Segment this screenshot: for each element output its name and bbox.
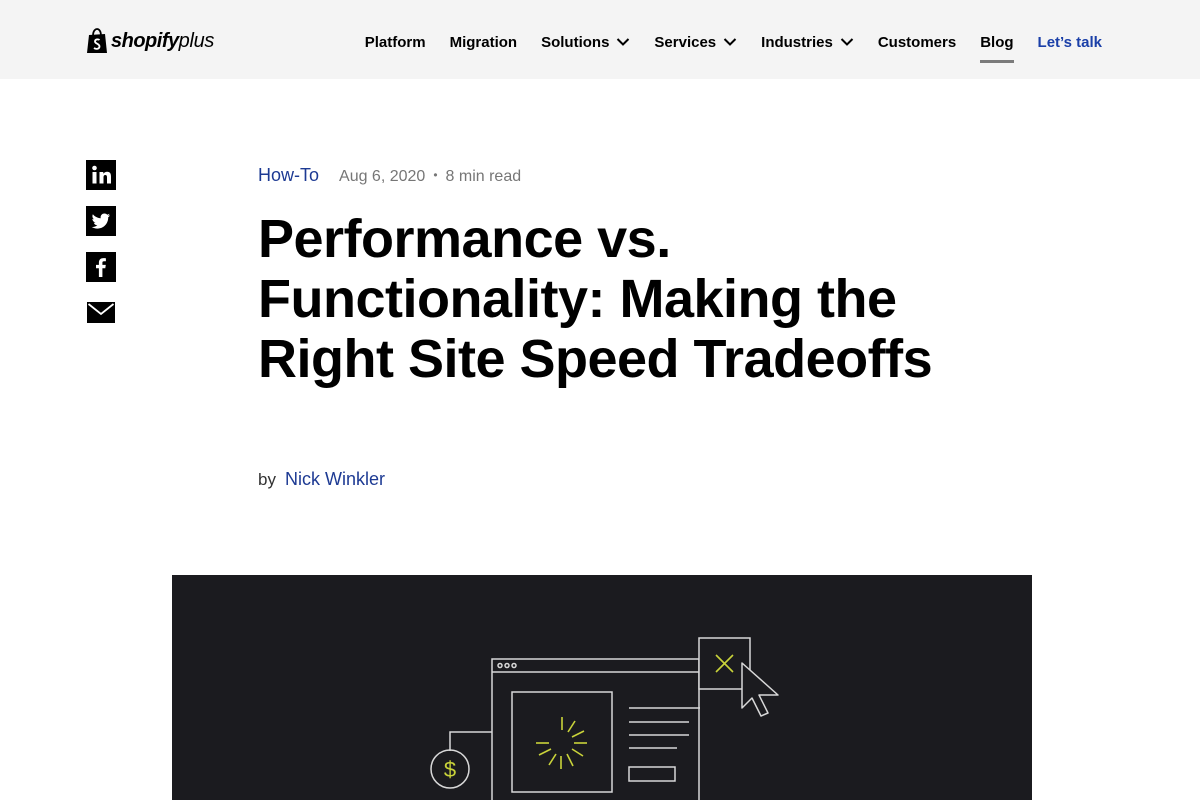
nav-customers[interactable]: Customers	[878, 34, 956, 51]
email-share-button[interactable]	[86, 298, 116, 328]
byline-label: by	[258, 470, 276, 489]
shopify-plus-logo[interactable]: shopify plus	[86, 27, 214, 55]
nav-blog-label: Blog	[980, 33, 1014, 51]
hero-illustration: $	[430, 637, 779, 800]
author-link[interactable]: Nick Winkler	[285, 469, 385, 490]
article-meta: How-To Aug 6, 2020 • 8 min read	[258, 165, 521, 186]
share-bar	[86, 160, 116, 344]
chevron-down-icon	[723, 38, 737, 46]
publish-date: Aug 6, 2020	[339, 168, 426, 185]
main-nav: Platform Migration Solutions Services In…	[341, 30, 1102, 63]
nav-solutions[interactable]: Solutions	[541, 34, 630, 51]
nav-blog[interactable]: Blog	[980, 33, 1014, 63]
logo-suffix: plus	[178, 29, 215, 52]
nav-solutions-label: Solutions	[541, 33, 610, 51]
facebook-share-button[interactable]	[86, 252, 116, 282]
loading-spinner-icon	[536, 717, 587, 769]
meta-separator: •	[433, 168, 438, 182]
lets-talk-link[interactable]: Let’s talk	[1038, 34, 1102, 51]
nav-services-label: Services	[654, 33, 717, 51]
site-header: shopify plus Platform Migration Solutions…	[0, 0, 1200, 79]
shopping-bag-icon	[87, 28, 107, 53]
nav-industries[interactable]: Industries	[761, 34, 854, 51]
facebook-icon	[86, 252, 116, 282]
dollar-coin-icon: $	[430, 749, 470, 789]
read-time: 8 min read	[445, 168, 522, 185]
chevron-down-icon	[840, 38, 854, 46]
byline: by Nick Winkler	[258, 469, 385, 490]
nav-migration-label: Migration	[449, 33, 518, 51]
nav-platform[interactable]: Platform	[365, 34, 426, 51]
category-link[interactable]: How-To	[258, 165, 319, 186]
email-icon	[87, 302, 115, 323]
cursor-arrow-icon	[741, 662, 779, 717]
nav-customers-label: Customers	[877, 33, 957, 51]
nav-platform-label: Platform	[364, 33, 426, 51]
linkedin-share-button[interactable]	[86, 160, 116, 190]
linkedin-icon	[86, 160, 116, 190]
chevron-down-icon	[617, 38, 630, 46]
svg-text:$: $	[444, 757, 456, 782]
hero-image: $	[172, 575, 1032, 800]
browser-window-icon	[449, 658, 700, 800]
twitter-share-button[interactable]	[86, 206, 116, 236]
nav-services[interactable]: Services	[654, 34, 737, 51]
logo-wordmark: shopify	[111, 29, 179, 52]
article-title: Performance vs. Functionality: Making th…	[258, 209, 933, 389]
lets-talk-label: Let’s talk	[1037, 33, 1102, 51]
nav-industries-label: Industries	[761, 33, 833, 51]
twitter-icon	[86, 206, 116, 236]
nav-migration[interactable]: Migration	[450, 34, 518, 51]
